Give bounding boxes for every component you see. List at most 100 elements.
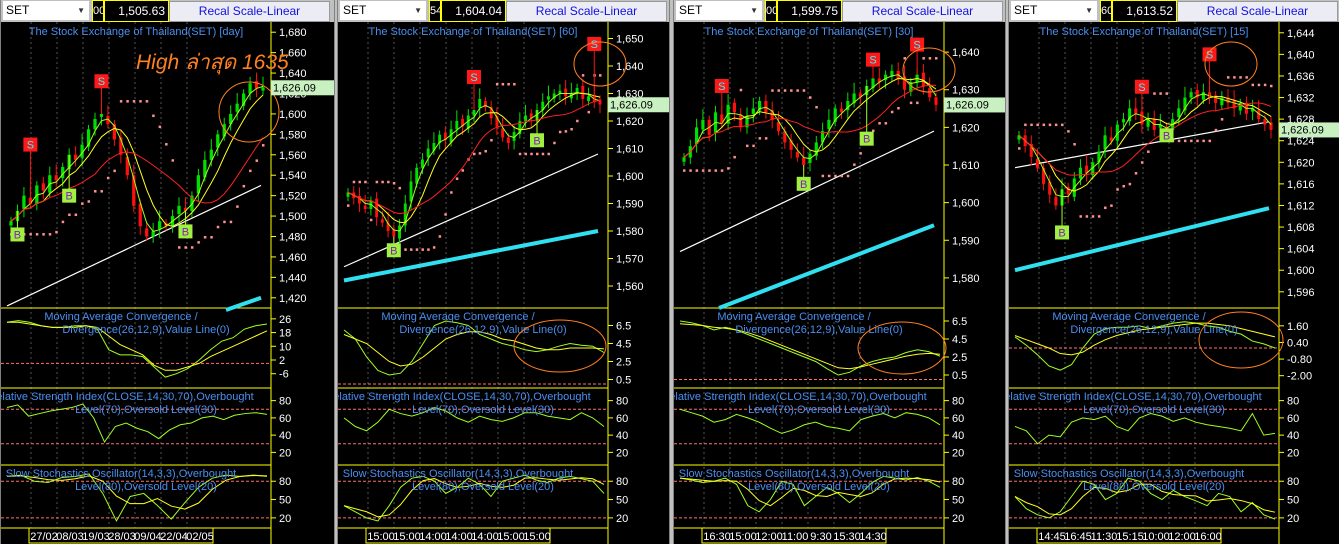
sar-dot [821, 174, 825, 178]
last-price-label: 1,626.09 [610, 99, 653, 111]
y-tick-label: 4.5 [952, 334, 967, 346]
y-tick-label: 20 [952, 513, 964, 525]
sar-dot [81, 202, 84, 205]
chart-svg[interactable]: 1,6501,6401,6301,6201,6101,6001,5901,580… [338, 22, 669, 544]
sar-dot [197, 241, 200, 244]
sar-dot [369, 218, 373, 222]
sar-dot [764, 137, 768, 140]
x-tick-label: 15:00 [497, 531, 525, 543]
y-tick-label: 80 [952, 476, 964, 488]
stoch-title: Level(80),Oversold Level(20) [412, 481, 554, 493]
sar-dot [1159, 92, 1162, 95]
x-tick-label: 11:00 [782, 531, 809, 543]
signal-label: B [390, 245, 397, 257]
price-value-box: 1,604.04 [441, 0, 506, 22]
sar-dot [576, 119, 579, 123]
sar-dot [827, 174, 831, 178]
sar-dot [846, 174, 850, 178]
y-tick-label: 40 [616, 430, 628, 442]
recal-scale-button[interactable]: Recal Scale-Linear [842, 1, 1003, 22]
sar-dot [358, 180, 361, 184]
symbol-dropdown[interactable]: SET ▼ [340, 1, 426, 20]
candle-body [363, 205, 367, 209]
dropdown-arrow-icon[interactable]: ▼ [414, 1, 422, 20]
y-tick-label: 0.5 [616, 375, 631, 387]
y-tick-label: 1,540 [279, 170, 307, 182]
chart-svg[interactable]: 1,6441,6401,6361,6321,6281,6241,6201,616… [1009, 22, 1339, 544]
chart-svg[interactable]: 1,6801,6601,6401,6201,6001,5801,5601,540… [1, 22, 334, 544]
recal-scale-button[interactable]: Recal Scale-Linear [506, 1, 667, 22]
macd-title: Divergence(26,12,9),Value Line(0) [1070, 324, 1237, 336]
sar-dot [1085, 215, 1089, 218]
sar-dot [444, 213, 447, 216]
sar-dot [94, 190, 97, 193]
y-tick-label: 1,620 [616, 116, 644, 128]
candle-body [398, 225, 401, 239]
sar-dot [158, 125, 162, 129]
small-value-box: 00 [765, 0, 777, 22]
y-tick-label: -2.00 [1287, 371, 1312, 383]
chart-svg[interactable]: 1,640 1,630 1,620 1,610 1,600 1,590 1,580 S B B S S… [674, 22, 1005, 544]
sar-dot [1270, 84, 1273, 88]
y-tick-label: 50 [616, 495, 628, 507]
recal-scale-button[interactable]: Recal Scale-Linear [169, 1, 330, 22]
y-tick-label: 20 [279, 513, 291, 525]
recal-scale-button[interactable]: Recal Scale-Linear [1177, 1, 1338, 22]
sar-dot [903, 57, 906, 60]
candle-body [380, 219, 384, 223]
sar-dot [513, 82, 516, 86]
y-tick-label: 50 [279, 495, 291, 507]
y-tick-label: 1,640 [952, 47, 980, 59]
symbol-dropdown[interactable]: SET ▼ [1011, 1, 1097, 20]
sar-dot [1239, 76, 1242, 79]
y-tick-label: 1,580 [952, 273, 980, 285]
stoch-title: Level(80),Oversold Level(20) [75, 481, 217, 493]
sar-dot [541, 152, 545, 156]
signal-label: S [470, 72, 477, 84]
sar-dot [853, 163, 856, 166]
symbol-dropdown[interactable]: SET ▼ [676, 1, 762, 20]
dropdown-arrow-icon[interactable]: ▼ [750, 1, 758, 20]
sar-dot [1116, 188, 1119, 191]
signal-label: B [1058, 227, 1065, 239]
sar-dot [518, 152, 522, 156]
y-tick-label: 1,590 [952, 235, 980, 247]
candle-body [581, 85, 585, 99]
y-tick-label: 1,644 [1287, 28, 1315, 40]
sar-dot [139, 100, 142, 103]
last-price-label: 1,626.09 [1281, 124, 1324, 136]
chart-title: The Stock Exchange of Thailand(SET) [15] [1040, 26, 1249, 38]
sar-dot [387, 180, 390, 184]
y-tick-label: 60 [279, 413, 291, 425]
sar-dot [29, 233, 32, 236]
sar-dot [1061, 123, 1064, 127]
sar-dot [553, 141, 556, 145]
rsi-line [1014, 412, 1276, 445]
dropdown-arrow-icon[interactable]: ▼ [77, 1, 85, 20]
sar-dot [916, 101, 919, 105]
candle-body [421, 159, 424, 168]
y-tick-label: 1,610 [952, 160, 980, 172]
x-tick-label: 14:45 [1038, 531, 1066, 543]
sar-dot [834, 174, 837, 178]
sar-dot [890, 110, 894, 114]
sar-dot [495, 82, 499, 86]
candle-body [1263, 119, 1267, 125]
sar-dot [132, 100, 136, 103]
sar-dot [432, 246, 436, 249]
sar-dot [223, 220, 226, 224]
dropdown-arrow-icon[interactable]: ▼ [1085, 1, 1093, 20]
sar-dot [490, 138, 493, 142]
sar-dot [438, 235, 442, 238]
sar-dot [347, 204, 350, 207]
symbol-dropdown[interactable]: SET ▼ [3, 1, 89, 20]
sar-dot [410, 248, 413, 251]
sar-dot [216, 225, 220, 229]
sar-dot [42, 233, 45, 236]
y-tick-label: 2 [279, 355, 285, 367]
y-tick-label: 2.5 [616, 357, 631, 369]
sar-dot [398, 186, 402, 190]
y-tick-label: 1,624 [1287, 136, 1315, 148]
sar-dot [74, 213, 78, 217]
annotation-text: High ล่าสุด 1635 [136, 51, 289, 75]
